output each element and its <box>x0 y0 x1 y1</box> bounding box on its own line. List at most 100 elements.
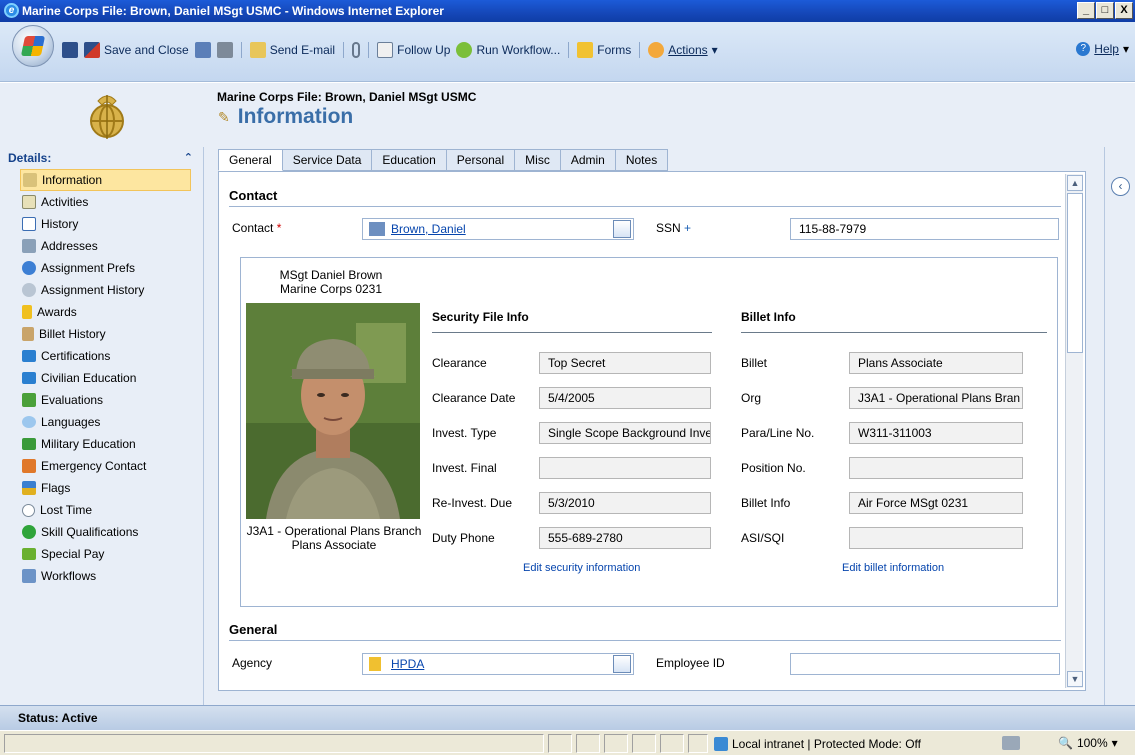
forms-icon <box>577 42 594 58</box>
nav-item-billet-history[interactable]: Billet History <box>20 323 191 345</box>
send-email-button[interactable]: Send E-mail <box>249 42 335 58</box>
invest-type-label: Invest. Type <box>432 426 497 440</box>
edit-billet-link[interactable]: Edit billet information <box>842 562 944 574</box>
security-zone-label: Local intranet | Protected Mode: Off <box>732 736 921 751</box>
emergency-contact-icon <box>22 459 36 473</box>
toolbar-items: Save and Close Send E-mail Follow Up Run… <box>62 42 718 58</box>
tab-notes[interactable]: Notes <box>615 149 669 171</box>
status-cell <box>4 734 544 753</box>
activities-icon <box>22 195 36 209</box>
attach-icon[interactable] <box>352 42 361 58</box>
nav-item-emergency-contact[interactable]: Emergency Contact <box>20 455 191 477</box>
nav-item-civilian-education[interactable]: Civilian Education <box>20 367 191 389</box>
nav-item-flags[interactable]: Flags <box>20 477 191 499</box>
follow-up-icon <box>377 42 394 58</box>
nav-item-assignment-history[interactable]: Assignment History <box>20 279 191 301</box>
section-divider <box>229 640 1061 641</box>
reinvest-due-field[interactable]: 5/3/2010 <box>539 492 711 514</box>
section-heading: ✎ Information <box>218 105 353 129</box>
invest-type-field[interactable]: Single Scope Background Inve <box>539 422 711 444</box>
nav-item-activities[interactable]: Activities <box>20 191 191 213</box>
protected-mode-icon[interactable] <box>1002 736 1020 750</box>
ssn-label-text: SSN <box>656 221 681 235</box>
ssn-field[interactable]: 115-88-7979 <box>790 218 1059 240</box>
help-icon: ? <box>1076 42 1091 56</box>
lookup-button[interactable] <box>613 220 631 238</box>
tab-admin[interactable]: Admin <box>560 149 616 171</box>
status-cell <box>688 734 708 753</box>
scroll-up-icon[interactable]: ▲ <box>1067 175 1083 191</box>
crm-orb-icon[interactable] <box>12 25 54 67</box>
nav-item-assignment-prefs[interactable]: Assignment Prefs <box>20 257 191 279</box>
contact-lookup-field[interactable]: Brown, Daniel <box>362 218 634 240</box>
tab-personal[interactable]: Personal <box>446 149 516 171</box>
nav-item-certifications[interactable]: Certifications <box>20 345 191 367</box>
security-zone[interactable]: Local intranet | Protected Mode: Off <box>714 734 921 753</box>
maximize-button[interactable]: □ <box>1096 2 1114 19</box>
profile-name-line2: Marine Corps 0231 <box>279 282 383 296</box>
help-menu[interactable]: ? Help ▾ <box>1076 42 1129 56</box>
nav-item-workflows[interactable]: Workflows <box>20 565 191 587</box>
contact-card-icon <box>369 222 385 236</box>
nav-item-evaluations[interactable]: Evaluations <box>20 389 191 411</box>
save-icon[interactable] <box>62 42 78 58</box>
toolbar-separator <box>368 42 370 58</box>
toolbar-separator <box>639 42 641 58</box>
billet-info-field[interactable]: Air Force MSgt 0231 <box>849 492 1023 514</box>
contact-link[interactable]: Brown, Daniel <box>391 222 466 236</box>
asi-sqi-field[interactable] <box>849 527 1023 549</box>
tab-education[interactable]: Education <box>372 149 447 171</box>
org-field[interactable]: J3A1 - Operational Plans Bran <box>849 387 1023 409</box>
clearance-date-field[interactable]: 5/4/2005 <box>539 387 711 409</box>
forms-button[interactable]: Forms <box>577 42 631 58</box>
nav-item-addresses[interactable]: Addresses <box>20 235 191 257</box>
billet-info-label: Billet Info <box>741 496 791 510</box>
form-tabs: General Service Data Education Personal … <box>218 149 669 171</box>
tab-misc[interactable]: Misc <box>515 149 561 171</box>
close-button[interactable]: X <box>1115 2 1133 19</box>
run-workflow-button[interactable]: Run Workflow... <box>456 42 560 58</box>
agency-lookup-field[interactable]: HPDA <box>362 653 634 675</box>
save-and-close-button[interactable]: Save and Close <box>84 42 189 58</box>
follow-up-button[interactable]: Follow Up <box>377 42 450 58</box>
tab-general[interactable]: General <box>218 149 283 171</box>
reinvest-due-label: Re-Invest. Due <box>432 496 513 510</box>
duty-phone-field[interactable]: 555-689-2780 <box>539 527 711 549</box>
nav-item-label: Assignment Prefs <box>41 261 136 275</box>
invest-final-field[interactable] <box>539 457 711 479</box>
lookup-button[interactable] <box>613 655 631 673</box>
record-title: Marine Corps File: Brown, Daniel MSgt US… <box>217 90 477 104</box>
nav-item-special-pay[interactable]: Special Pay <box>20 543 191 565</box>
save-new-icon[interactable] <box>194 42 211 58</box>
tab-service-data[interactable]: Service Data <box>282 149 373 171</box>
chevron-down-icon: ▾ <box>1122 42 1129 56</box>
edit-security-link[interactable]: Edit security information <box>523 562 640 574</box>
follow-up-label: Follow Up <box>397 43 451 57</box>
scroll-thumb[interactable] <box>1067 193 1083 353</box>
agency-link[interactable]: HPDA <box>391 657 424 671</box>
scroll-down-icon[interactable]: ▼ <box>1067 671 1083 687</box>
form-scrollbar[interactable]: ▲ ▼ <box>1065 174 1083 688</box>
actions-label: Actions <box>668 43 708 57</box>
employee-id-field[interactable] <box>790 653 1060 675</box>
zoom-control[interactable]: 🔍 100% ▾ <box>1058 734 1118 752</box>
nav-item-military-education[interactable]: Military Education <box>20 433 191 455</box>
nav-item-history[interactable]: History <box>20 213 191 235</box>
nav-item-awards[interactable]: Awards <box>20 301 191 323</box>
billet-field[interactable]: Plans Associate <box>849 352 1023 374</box>
nav-item-lost-time[interactable]: Lost Time <box>20 499 191 521</box>
nav-item-label: Lost Time <box>40 503 93 517</box>
expand-pane-icon[interactable]: ‹ <box>1111 177 1130 196</box>
run-workflow-label: Run Workflow... <box>476 43 561 57</box>
nav-item-label: History <box>41 217 79 231</box>
para-line-field[interactable]: W311-311003 <box>849 422 1023 444</box>
nav-item-skill-qualifications[interactable]: Skill Qualifications <box>20 521 191 543</box>
print-icon[interactable] <box>216 42 233 58</box>
position-no-field[interactable] <box>849 457 1023 479</box>
nav-item-languages[interactable]: Languages <box>20 411 191 433</box>
nav-item-information[interactable]: Information <box>20 169 191 191</box>
clearance-field[interactable]: Top Secret <box>539 352 711 374</box>
collapse-icon[interactable]: ⌃ <box>184 147 193 169</box>
actions-menu[interactable]: Actions ▾ <box>648 42 718 58</box>
minimize-button[interactable]: _ <box>1077 2 1095 19</box>
